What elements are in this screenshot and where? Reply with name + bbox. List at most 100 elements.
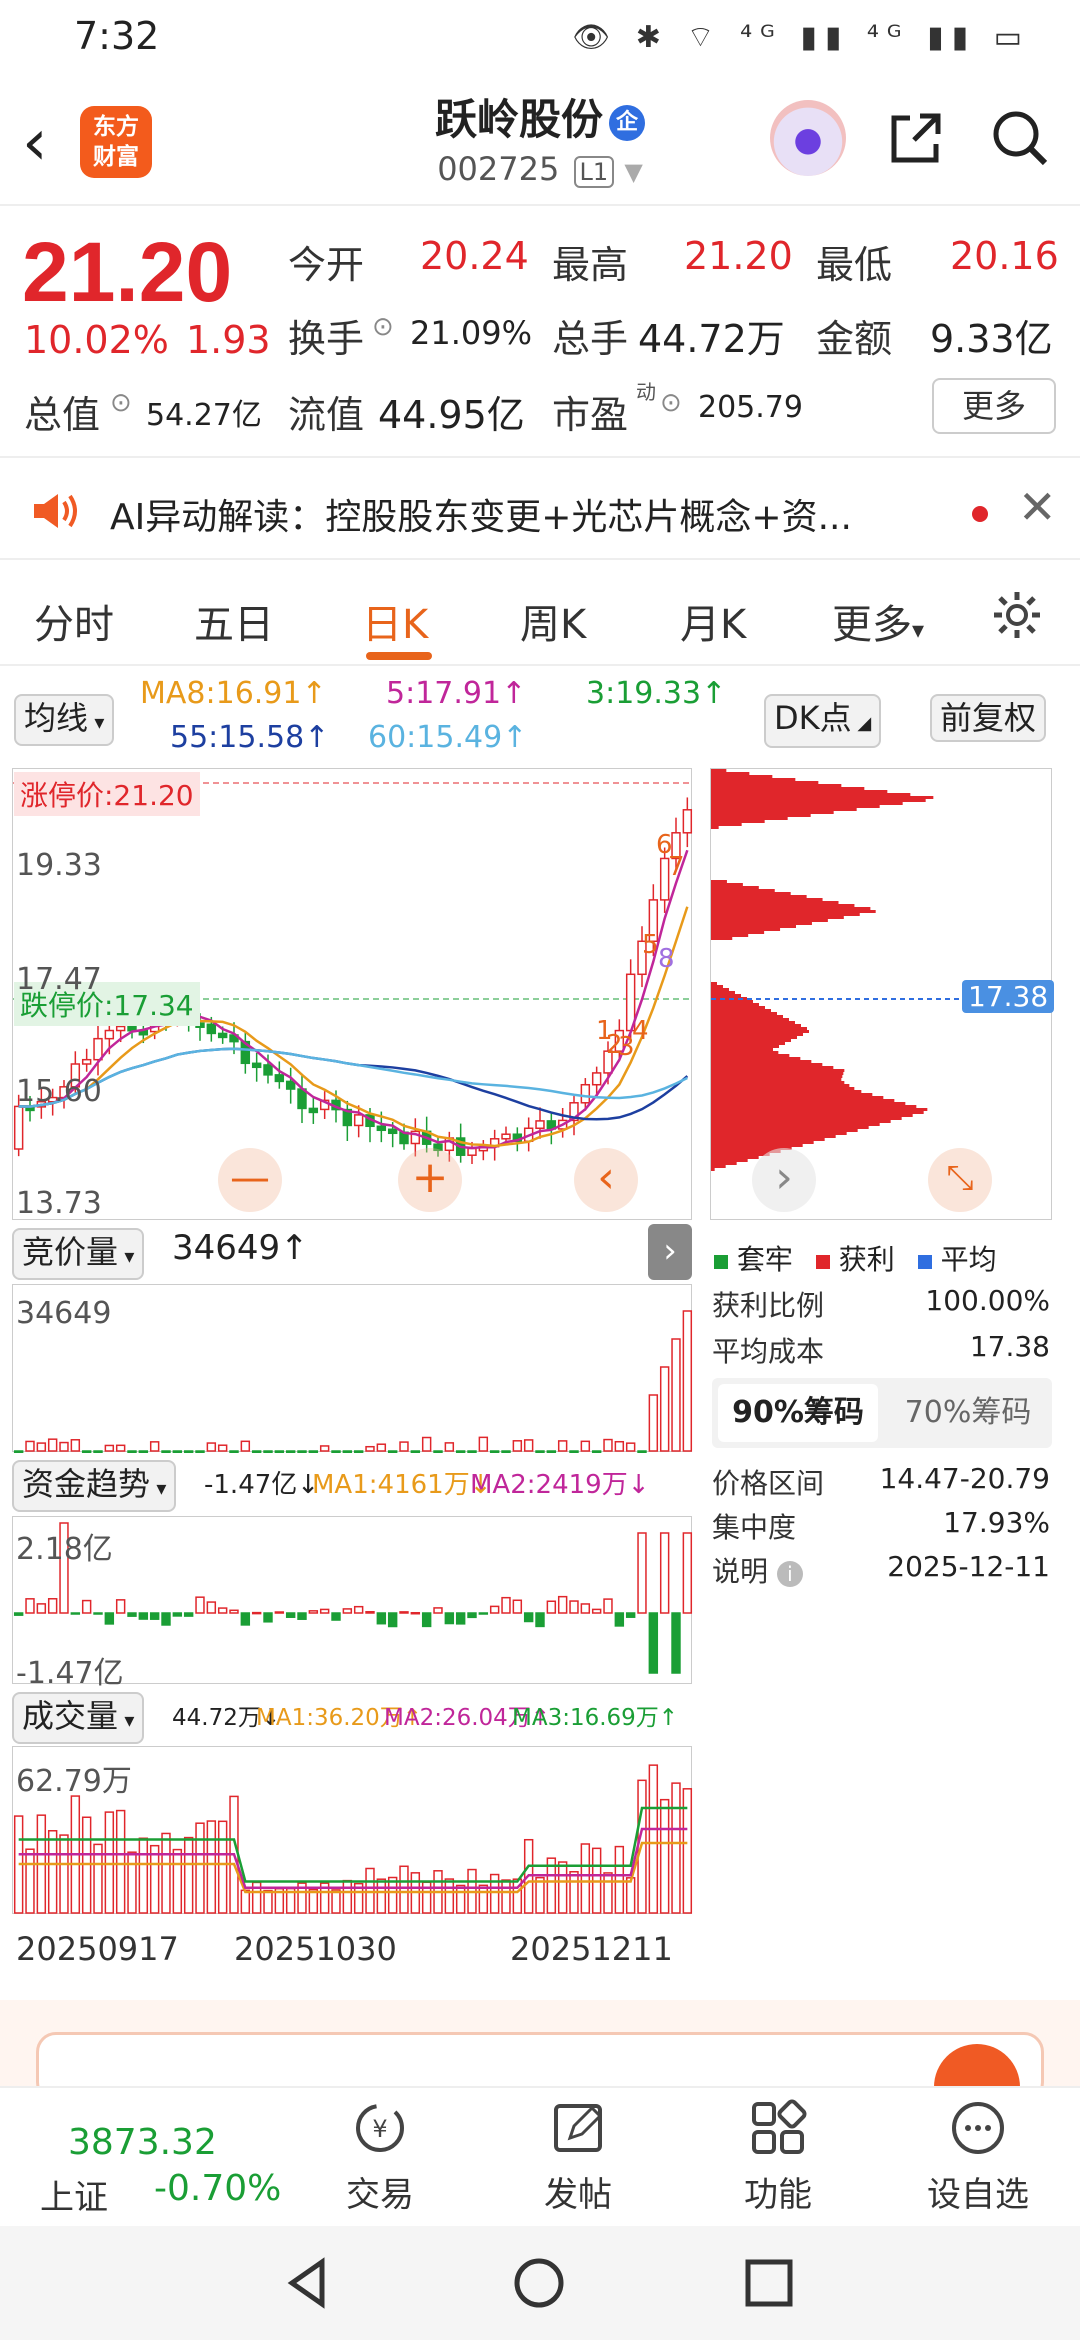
settings-gear-icon[interactable]	[990, 588, 1044, 642]
nav-functions[interactable]: 功能	[718, 2098, 838, 2216]
chip-bar	[711, 1102, 906, 1105]
bar	[263, 1450, 273, 1460]
bar	[70, 1439, 81, 1452]
fund-ma1: MA1:4161万↓	[312, 1470, 492, 1500]
dk-point-select[interactable]: DK点 ◢	[764, 694, 882, 748]
info-dots-icon[interactable]: ⊙	[660, 388, 682, 418]
tab-daily-k[interactable]: 日K	[362, 592, 428, 650]
bar	[501, 1879, 511, 1914]
tab-90-chip[interactable]: 90%筹码	[718, 1384, 878, 1442]
bar	[512, 1599, 523, 1614]
bar	[501, 1450, 511, 1458]
chip-bar	[711, 1093, 873, 1096]
index-name[interactable]: 上证	[40, 2170, 108, 2219]
auction-ymax: 34649	[16, 1296, 112, 1331]
ai-assistant-avatar[interactable]	[770, 100, 846, 176]
chip-bar	[711, 781, 819, 784]
ma8-value: MA8:16.91↑	[140, 676, 327, 711]
close-icon[interactable]: ✕	[1018, 480, 1057, 534]
chip-bar	[711, 925, 796, 928]
bar	[161, 1612, 171, 1626]
info-dots-icon[interactable]: ⊙	[110, 388, 132, 418]
tab-intraday[interactable]: 分时	[34, 592, 114, 650]
adjust-select[interactable]: 前复权	[930, 694, 1047, 742]
volume-select[interactable]: 成交量 ▾	[12, 1692, 145, 1744]
tab-more[interactable]: 更多▾	[832, 592, 924, 650]
tab-five-day[interactable]: 五日	[194, 592, 274, 650]
date-tick-3: 20251211	[510, 1930, 673, 1968]
tab-70-chip[interactable]: 70%筹码	[888, 1384, 1048, 1442]
status-icons: 👁 ✱ ⌔ ⁴ᴳ ▮▮ ⁴ᴳ ▮▮ ▭	[572, 20, 1030, 55]
bar	[410, 1611, 421, 1615]
zoom-in-icon[interactable]: +	[398, 1148, 462, 1212]
nav-add-watchlist[interactable]: 设自选	[918, 2098, 1038, 2216]
bar	[274, 1450, 285, 1463]
chip-bar	[711, 1114, 913, 1117]
chip-bar	[711, 805, 880, 808]
expand-right-icon[interactable]: ›	[648, 1224, 692, 1280]
ma5-value: 5:17.91↑	[386, 676, 527, 711]
turnover-label: 换手	[288, 317, 365, 361]
chip-bar	[711, 1075, 843, 1078]
bar	[376, 1878, 387, 1914]
tab-weekly-k[interactable]: 周K	[520, 592, 586, 650]
chip-bar	[711, 1123, 880, 1126]
nav-post[interactable]: 发帖	[518, 2098, 638, 2216]
expand-icon[interactable]: ⤡	[928, 1148, 992, 1212]
bar	[127, 1450, 137, 1464]
ai-banner[interactable]: AI异动解读：控股股东变更+光芯片概念+资... ✕	[0, 460, 1080, 560]
chip-bar	[711, 1069, 845, 1072]
bar	[535, 1450, 545, 1464]
nav-home-icon[interactable]	[512, 2256, 566, 2310]
bar	[387, 1612, 398, 1628]
chip-bar	[711, 892, 791, 895]
fund-trend-select[interactable]: 资金趋势 ▾	[12, 1460, 177, 1512]
chip-bar	[711, 1168, 715, 1171]
ma-select[interactable]: 均线 ▾	[14, 694, 115, 746]
chip-bar	[711, 1000, 753, 1003]
scroll-left-icon[interactable]: ‹	[574, 1148, 638, 1212]
nav-trade[interactable]: ¥ 交易	[320, 2098, 440, 2216]
chip-next-icon[interactable]: ›	[752, 1148, 816, 1212]
nav-recent-icon[interactable]	[742, 2256, 796, 2310]
bar	[206, 1601, 217, 1614]
note-date: 2025-12-11	[887, 1550, 1050, 1583]
bar	[36, 1442, 47, 1452]
chip-bar	[711, 880, 727, 883]
index-value[interactable]: 3873.32	[68, 2122, 217, 2163]
info-dots-icon[interactable]: ⊙	[372, 312, 394, 342]
chip-bar	[711, 1066, 834, 1069]
edit-icon	[554, 2104, 603, 2152]
bar	[648, 1394, 659, 1452]
grid-icon	[752, 2099, 807, 2154]
info-icon: i	[776, 1561, 803, 1587]
zoom-out-icon[interactable]: —	[218, 1148, 282, 1212]
current-price: 21.20	[22, 225, 233, 319]
bar	[25, 1848, 35, 1914]
bar	[47, 1830, 58, 1914]
bar	[149, 1612, 160, 1620]
bar	[546, 1450, 557, 1466]
bar	[206, 1442, 217, 1452]
bar	[444, 1442, 455, 1452]
tab-monthly-k[interactable]: 月K	[680, 592, 746, 650]
nav-back-icon[interactable]	[282, 2256, 336, 2310]
bar	[285, 1612, 296, 1618]
bar	[115, 1599, 126, 1614]
candle	[535, 1120, 545, 1130]
chip-bar	[711, 913, 860, 916]
chip-bar	[711, 1156, 759, 1159]
index-percent[interactable]: -0.70%	[154, 2168, 281, 2209]
more-button[interactable]: 更多	[932, 378, 1056, 434]
chip-average-label: 17.38	[962, 980, 1055, 1013]
bar	[59, 1441, 69, 1452]
volume-label: 总手	[552, 317, 629, 361]
auction-canvas	[13, 1310, 693, 1470]
search-icon[interactable]	[988, 106, 1052, 170]
auction-select[interactable]: 竞价量 ▾	[12, 1228, 145, 1280]
chip-bar	[711, 886, 759, 889]
share-icon[interactable]	[884, 106, 948, 170]
ma55-value: 55:15.58↑	[170, 720, 330, 755]
chevron-down-icon: ▼	[624, 158, 643, 186]
candle	[206, 1023, 217, 1035]
